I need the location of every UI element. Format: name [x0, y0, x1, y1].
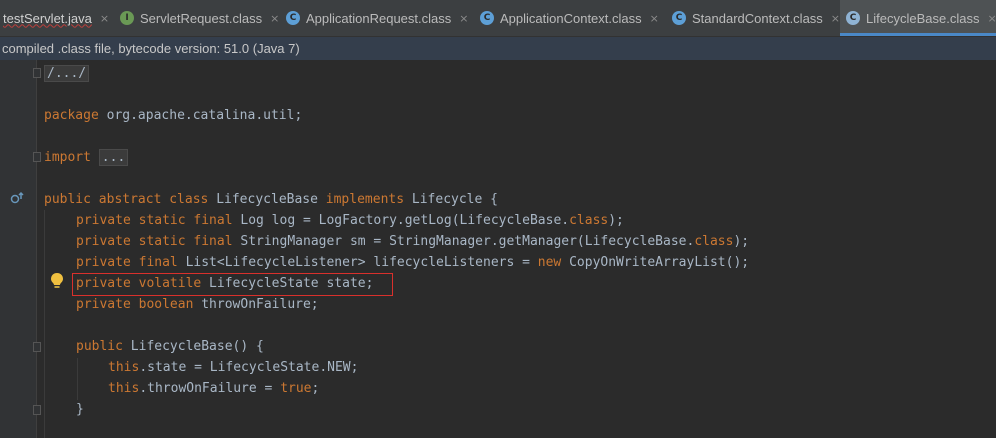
tab-label: testServlet.java: [3, 10, 92, 26]
active-tab-indicator: [840, 33, 996, 36]
code-line-10: public LifecycleBase() {: [76, 339, 264, 354]
code-line-4: public abstract class LifecycleBase impl…: [44, 192, 498, 207]
tab-servletrequest[interactable]: I ServletRequest.class ×: [112, 0, 282, 36]
tab-standardcontext[interactable]: C StandardContext.class ×: [664, 0, 848, 36]
tab-applicationcontext[interactable]: C ApplicationContext.class ×: [472, 0, 668, 36]
code-line-13: }: [76, 402, 84, 417]
decompiled-notice-banner: compiled .class file, bytecode version: …: [0, 37, 996, 60]
class-icon: C: [480, 11, 494, 25]
code-line-5: private static final Log log = LogFactor…: [76, 213, 624, 228]
tab-lifecyclebase[interactable]: C LifecycleBase.class ×: [840, 0, 996, 36]
tab-label: ServletRequest.class: [140, 10, 263, 26]
code-line-7: private final List<LifecycleListener> li…: [76, 255, 750, 270]
fold-marker[interactable]: [33, 342, 41, 352]
interface-icon: I: [120, 11, 134, 25]
class-icon: C: [286, 11, 300, 25]
editor-tab-bar: testServlet.java × I ServletRequest.clas…: [0, 0, 996, 37]
editor-gutter: [0, 60, 37, 438]
class-icon: C: [672, 11, 686, 25]
close-icon[interactable]: ×: [459, 12, 468, 25]
fold-marker[interactable]: [33, 68, 41, 78]
close-icon[interactable]: ×: [831, 12, 840, 25]
collapsed-imports[interactable]: ...: [98, 149, 129, 166]
code-line-1: /.../: [44, 63, 90, 84]
close-icon[interactable]: ×: [100, 12, 109, 25]
code-line-3: import ...: [44, 147, 129, 168]
tab-label: LifecycleBase.class: [866, 10, 980, 26]
indent-guide: [77, 358, 78, 400]
tab-testservlet[interactable]: testServlet.java ×: [0, 0, 115, 36]
close-icon[interactable]: ×: [987, 12, 996, 25]
tab-applicationrequest[interactable]: C ApplicationRequest.class ×: [278, 0, 479, 36]
implements-icon[interactable]: [10, 190, 26, 206]
tab-label: ApplicationContext.class: [500, 10, 642, 26]
close-icon[interactable]: ×: [650, 12, 659, 25]
tab-label: StandardContext.class: [692, 10, 823, 26]
fold-marker[interactable]: [33, 152, 41, 162]
abstract-class-icon: C: [846, 11, 860, 25]
collapsed-header[interactable]: /.../: [44, 65, 90, 82]
lightbulb-icon[interactable]: [50, 272, 64, 290]
tab-label: ApplicationRequest.class: [306, 10, 452, 26]
code-line-6: private static final StringManager sm = …: [76, 234, 750, 249]
indent-guide: [44, 210, 45, 438]
code-line-2: package org.apache.catalina.util;: [44, 108, 303, 123]
code-line-12: this.throwOnFailure = true;: [108, 381, 320, 396]
code-line-11: this.state = LifecycleState.NEW;: [108, 360, 359, 375]
highlighted-field-declaration: [72, 273, 393, 296]
fold-marker[interactable]: [33, 405, 41, 415]
code-line-9: private boolean throwOnFailure;: [76, 297, 319, 312]
